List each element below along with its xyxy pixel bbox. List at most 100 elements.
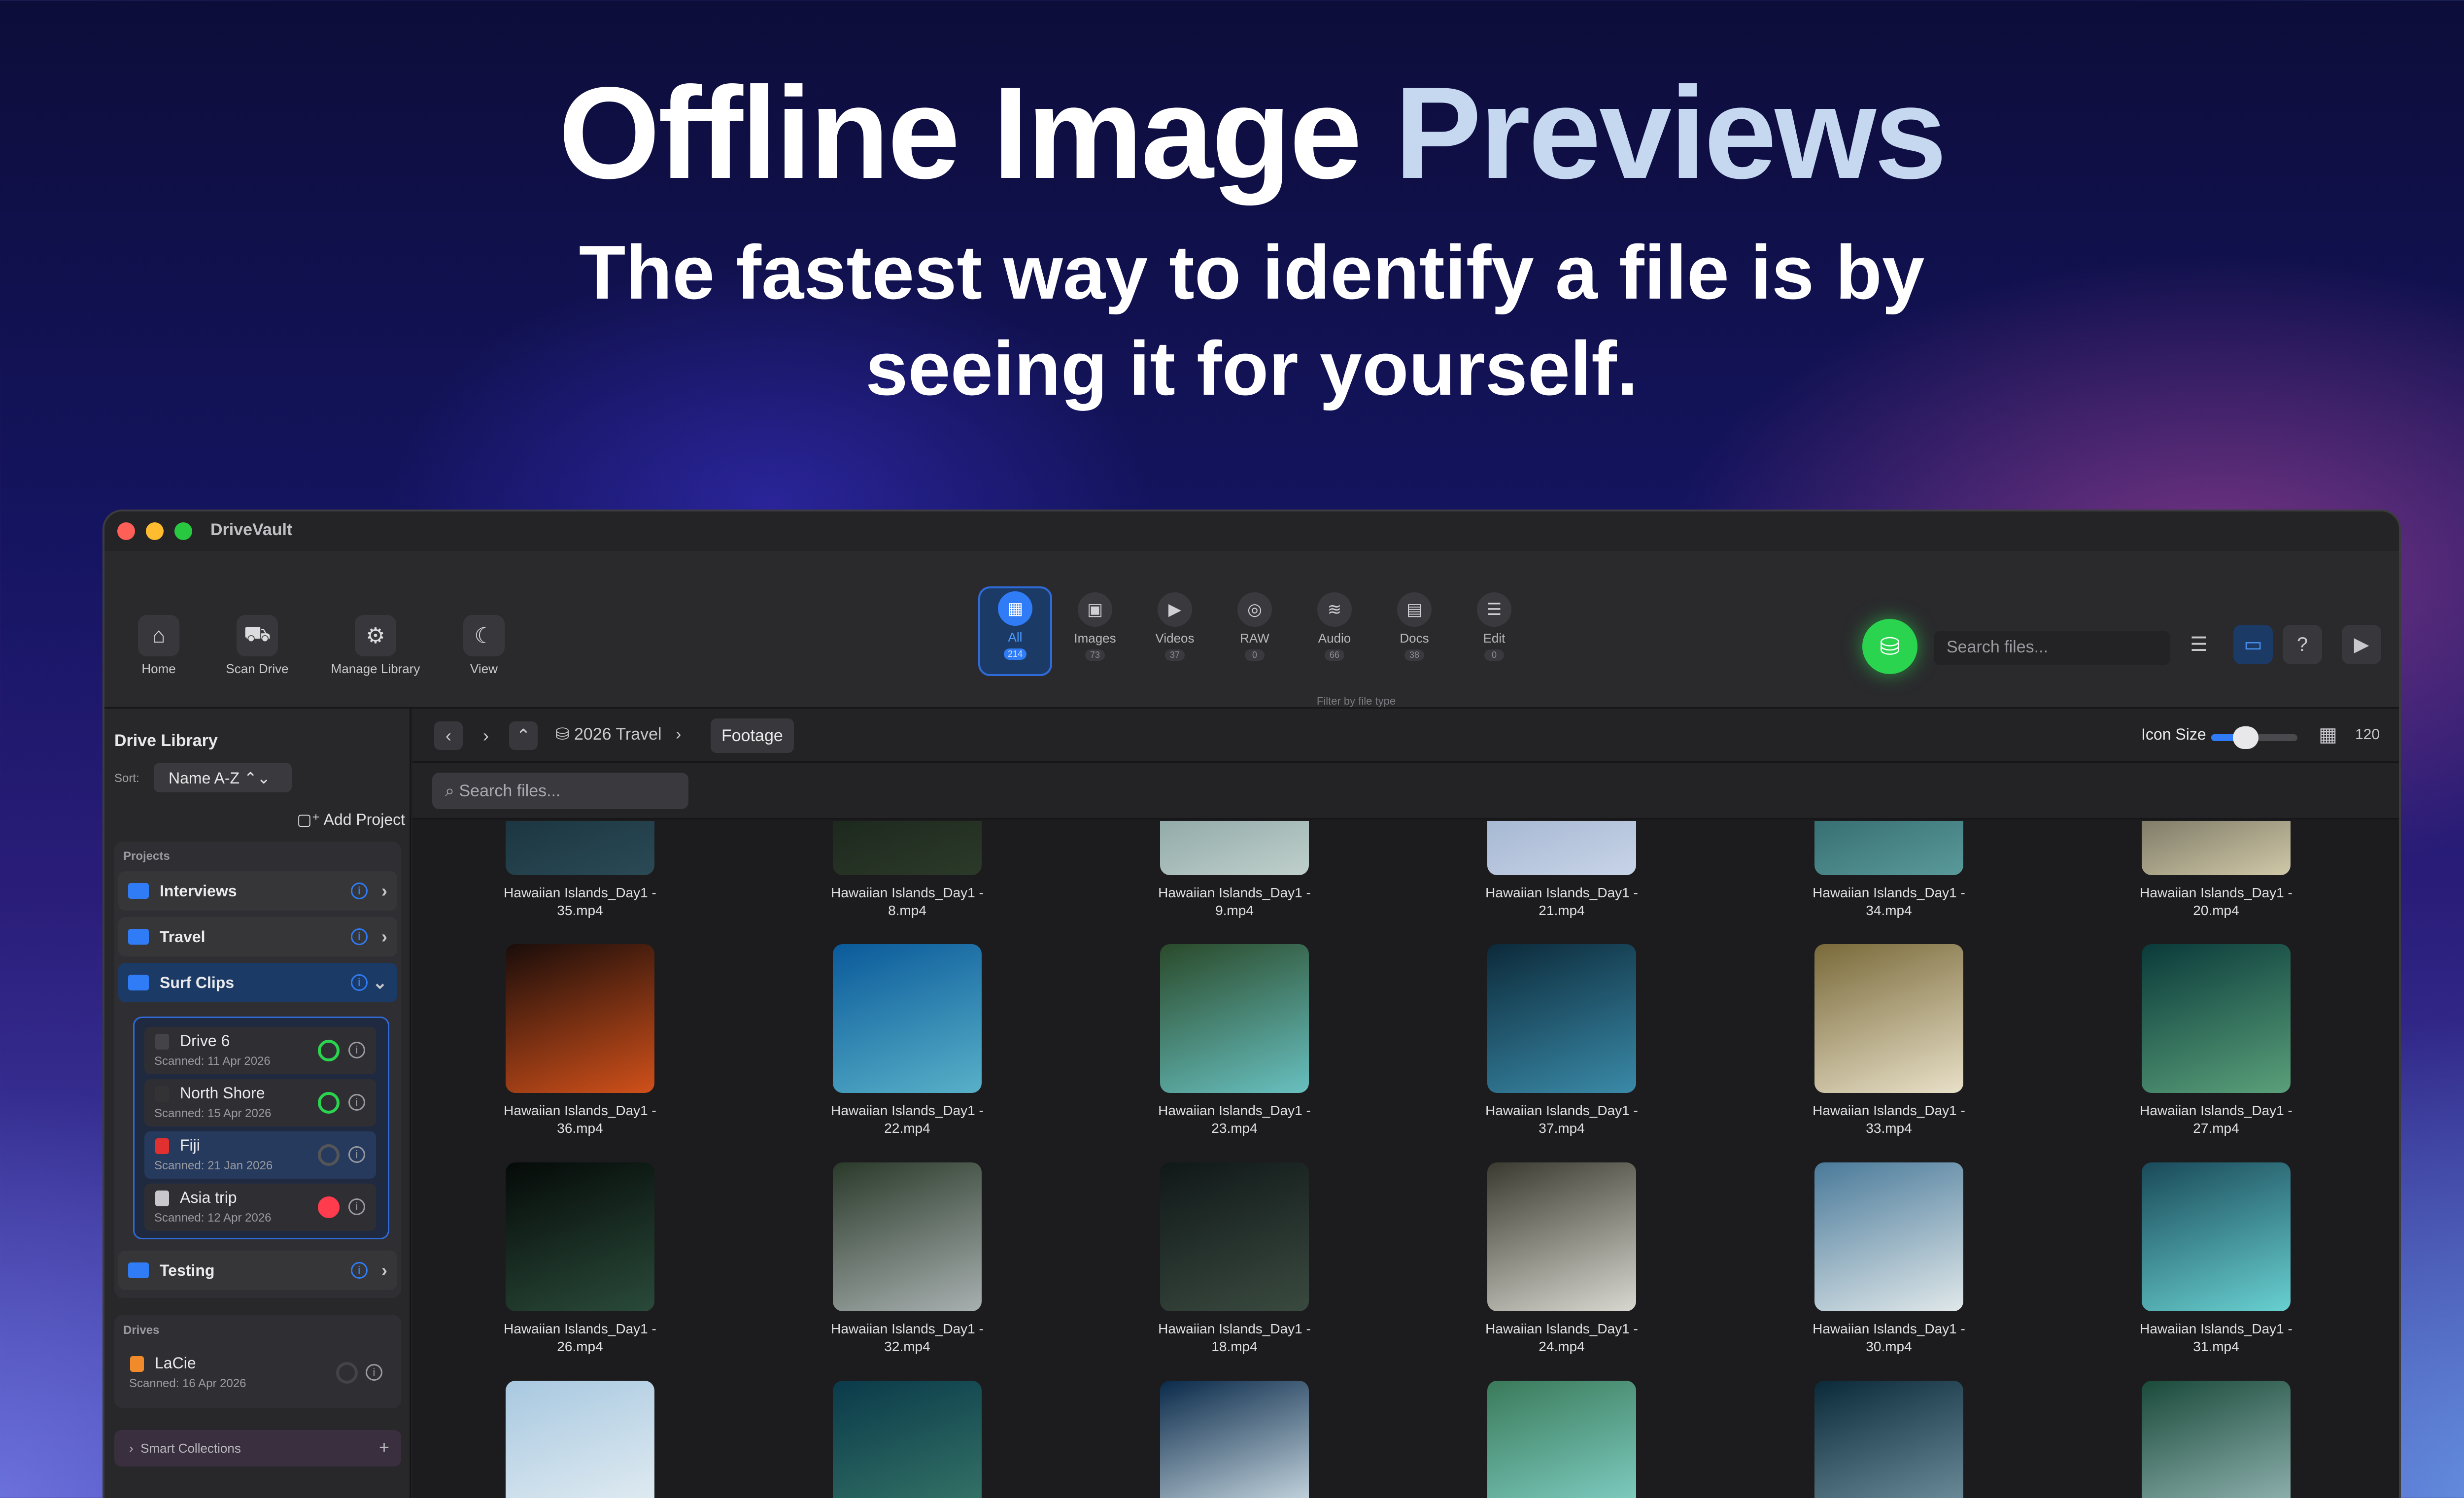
chevron-right-icon[interactable]: › <box>381 881 387 901</box>
file-thumbnail[interactable] <box>2142 821 2291 875</box>
file-item[interactable]: Hawaiian Islands_Day1 - 33.mp4 <box>1741 944 2037 1137</box>
help-button[interactable]: ? <box>2283 625 2322 664</box>
file-item[interactable]: Hawaiian Islands_Day1 - 34.mp4 <box>1741 821 2037 919</box>
file-thumbnail[interactable] <box>833 1162 982 1311</box>
file-item[interactable]: Hawaiian Islands_Day1 - 32.mp4 <box>759 1162 1055 1356</box>
chevron-right-icon[interactable]: › <box>381 1260 387 1281</box>
chevron-right-icon[interactable]: › <box>381 926 387 947</box>
filter-docs[interactable]: ▤ Docs 38 <box>1377 589 1451 661</box>
icon-size-slider[interactable] <box>2211 726 2297 749</box>
up-button[interactable]: ⌃ <box>509 721 538 750</box>
file-thumbnail[interactable] <box>1814 944 1963 1093</box>
info-icon[interactable]: i <box>351 974 368 991</box>
sort-select[interactable]: Name A-Z ⌃⌄ <box>154 763 292 792</box>
back-button[interactable]: ‹ <box>434 721 463 750</box>
file-item[interactable]: Hawaiian Islands_Day1 - 8.mp4 <box>759 821 1055 919</box>
file-thumbnail[interactable] <box>2142 1162 2291 1311</box>
smart-collections-row[interactable]: › Smart Collections + <box>114 1430 401 1466</box>
info-icon[interactable]: i <box>366 1364 382 1381</box>
drive-item[interactable]: North Shore Scanned: 15 Apr 2026 i <box>144 1079 376 1126</box>
filter-raw[interactable]: ◎ RAW 0 <box>1218 589 1292 661</box>
file-thumbnail[interactable] <box>833 1381 982 1498</box>
drive-item[interactable]: LaCie Scanned: 16 Apr 2026 i <box>119 1349 395 1396</box>
chevron-down-icon[interactable]: ⌄ <box>373 972 387 993</box>
file-item[interactable] <box>1414 1381 1710 1498</box>
file-item[interactable]: Hawaiian Islands_Day1 - 9.mp4 <box>1087 821 1382 919</box>
filter-all[interactable]: ▦ All 214 <box>978 586 1052 676</box>
file-thumbnail[interactable] <box>1487 1381 1636 1498</box>
file-thumbnail[interactable] <box>2142 944 2291 1093</box>
file-item[interactable]: Hawaiian Islands_Day1 - 31.mp4 <box>2068 1162 2364 1356</box>
file-item[interactable] <box>432 1381 728 1498</box>
drive-item[interactable]: Drive 6 Scanned: 11 Apr 2026 i <box>144 1027 376 1074</box>
file-item[interactable]: Hawaiian Islands_Day1 - 36.mp4 <box>432 944 728 1137</box>
file-item[interactable] <box>2068 1381 2364 1498</box>
file-thumbnail[interactable] <box>833 821 982 875</box>
filter-edit[interactable]: ☰ Edit 0 <box>1457 589 1531 661</box>
file-thumbnail[interactable] <box>1160 944 1309 1093</box>
filter-images[interactable]: ▣ Images 73 <box>1058 589 1132 661</box>
file-item[interactable]: Hawaiian Islands_Day1 - 35.mp4 <box>432 821 728 919</box>
close-window-button[interactable] <box>117 522 135 540</box>
minimize-window-button[interactable] <box>146 522 164 540</box>
file-item[interactable] <box>1741 1381 2037 1498</box>
file-thumbnail[interactable] <box>1814 1381 1963 1498</box>
drive-item[interactable]: Asia trip Scanned: 12 Apr 2026 i <box>144 1184 376 1231</box>
add-project-button[interactable]: ▢⁺ Add Project <box>277 810 405 829</box>
file-thumbnail[interactable] <box>833 944 982 1093</box>
scan-drive-button[interactable]: ⛟ Scan Drive <box>213 615 302 677</box>
project-surf-clips[interactable]: Surf Clips i ⌄ <box>118 963 397 1002</box>
grid-view-icon[interactable]: ▦ <box>2319 723 2337 746</box>
file-thumbnail[interactable] <box>506 1162 654 1311</box>
forward-button[interactable]: › <box>472 721 500 750</box>
project-interviews[interactable]: Interviews i › <box>118 871 397 911</box>
info-icon[interactable]: i <box>348 1094 365 1111</box>
file-thumbnail[interactable] <box>1160 821 1309 875</box>
filter-videos[interactable]: ▶ Videos 37 <box>1138 589 1212 661</box>
file-thumbnail[interactable] <box>1487 1162 1636 1311</box>
plus-icon[interactable]: + <box>379 1437 389 1458</box>
info-icon[interactable]: i <box>351 883 368 899</box>
drive-item[interactable]: Fiji Scanned: 21 Jan 2026 i <box>144 1131 376 1179</box>
file-item[interactable]: Hawaiian Islands_Day1 - 21.mp4 <box>1414 821 1710 919</box>
drive-status-button[interactable]: ⛁ <box>1862 619 1917 674</box>
file-item[interactable]: Hawaiian Islands_Day1 - 24.mp4 <box>1414 1162 1710 1356</box>
file-thumbnail[interactable] <box>1487 821 1636 875</box>
info-icon[interactable]: i <box>351 1262 368 1279</box>
file-item[interactable] <box>1087 1381 1382 1498</box>
file-thumbnail[interactable] <box>1487 944 1636 1093</box>
toolbar-search-input[interactable]: Search files... <box>1934 631 2170 665</box>
filter-options-button[interactable]: ☰ <box>2179 625 2219 664</box>
file-thumbnail[interactable] <box>1814 821 1963 875</box>
file-item[interactable]: Hawaiian Islands_Day1 - 26.mp4 <box>432 1162 728 1356</box>
manage-library-button[interactable]: ⚙ Manage Library <box>316 615 435 677</box>
info-icon[interactable]: i <box>348 1042 365 1058</box>
file-item[interactable]: Hawaiian Islands_Day1 - 27.mp4 <box>2068 944 2364 1137</box>
file-item[interactable] <box>759 1381 1055 1498</box>
home-button[interactable]: ⌂ Home <box>124 615 193 677</box>
file-thumbnail[interactable] <box>1160 1381 1309 1498</box>
breadcrumb-current[interactable]: Footage <box>711 718 794 753</box>
file-item[interactable]: Hawaiian Islands_Day1 - 23.mp4 <box>1087 944 1382 1137</box>
file-item[interactable]: Hawaiian Islands_Day1 - 20.mp4 <box>2068 821 2364 919</box>
view-button[interactable]: ☾ View <box>449 615 518 677</box>
info-icon[interactable]: i <box>351 928 368 945</box>
info-icon[interactable]: i <box>348 1146 365 1163</box>
file-thumbnail[interactable] <box>1814 1162 1963 1311</box>
file-thumbnail[interactable] <box>1160 1162 1309 1311</box>
file-item[interactable]: Hawaiian Islands_Day1 - 30.mp4 <box>1741 1162 2037 1356</box>
project-travel[interactable]: Travel i › <box>118 917 397 956</box>
play-button[interactable]: ▶ <box>2342 625 2381 664</box>
preview-panel-button[interactable]: ▭ <box>2233 625 2273 664</box>
file-item[interactable]: Hawaiian Islands_Day1 - 22.mp4 <box>759 944 1055 1137</box>
file-search-input[interactable]: ⌕ Search files... <box>432 773 688 809</box>
info-icon[interactable]: i <box>348 1198 365 1215</box>
filter-audio[interactable]: ≋ Audio 66 <box>1298 589 1371 661</box>
zoom-window-button[interactable] <box>174 522 192 540</box>
file-thumbnail[interactable] <box>506 1381 654 1498</box>
slider-knob[interactable] <box>2233 726 2259 749</box>
file-thumbnail[interactable] <box>506 944 654 1093</box>
project-testing[interactable]: Testing i › <box>118 1251 397 1290</box>
file-item[interactable]: Hawaiian Islands_Day1 - 37.mp4 <box>1414 944 1710 1137</box>
file-thumbnail[interactable] <box>506 821 654 875</box>
